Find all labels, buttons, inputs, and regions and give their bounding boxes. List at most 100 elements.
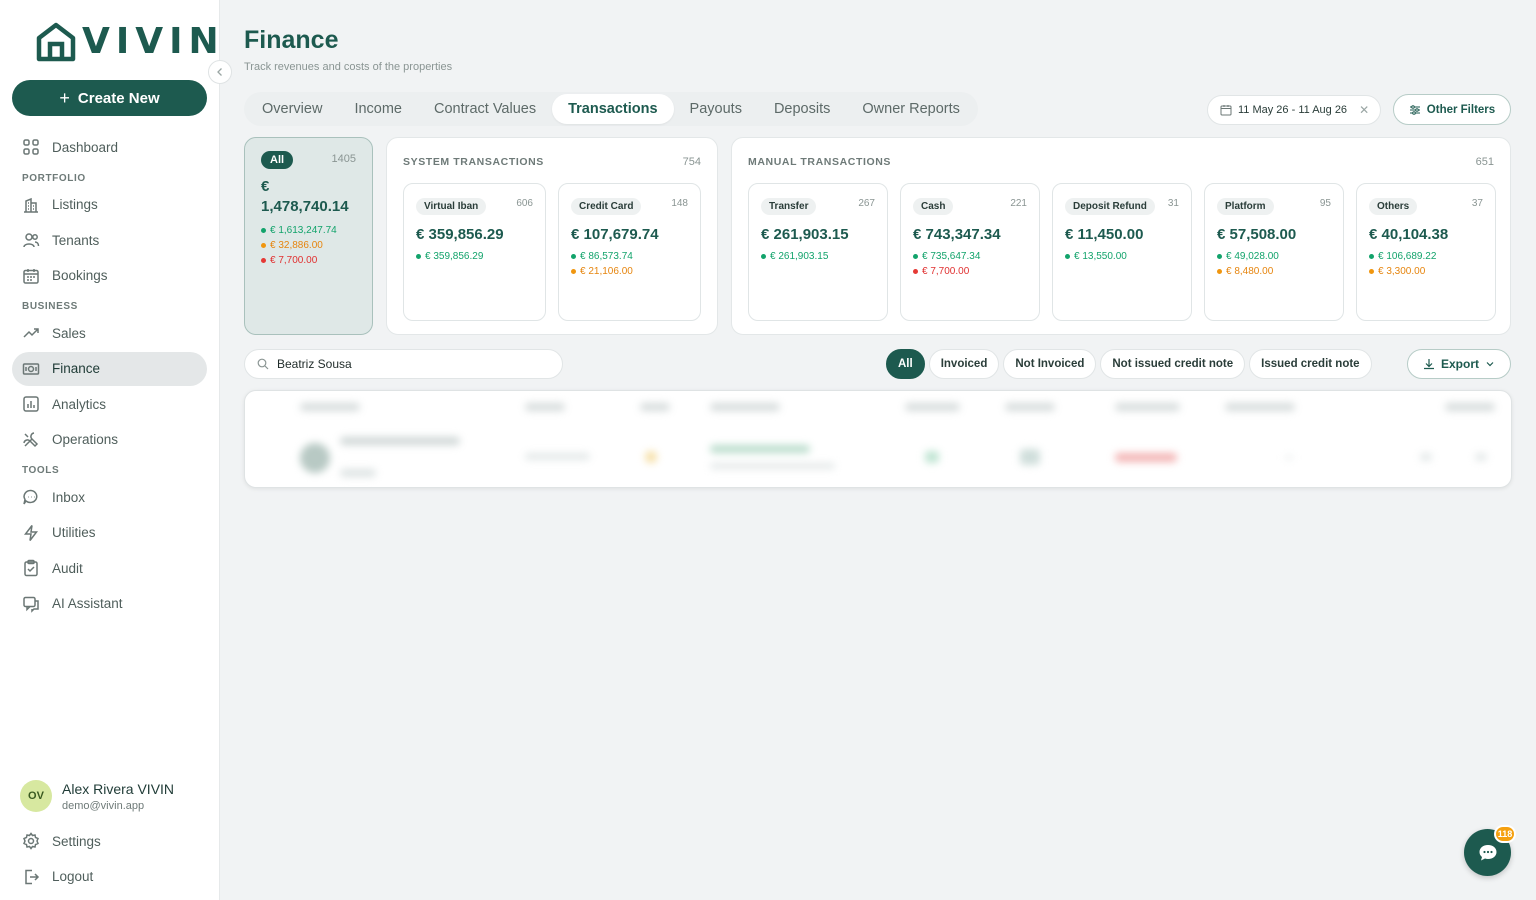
section-portfolio: PORTFOLIO [22, 172, 86, 184]
chip-all[interactable]: All [886, 349, 925, 379]
tab-payouts[interactable]: Payouts [674, 94, 758, 124]
all-red-value: € 7,700.00 [270, 255, 318, 266]
section-business: BUSINESS [22, 301, 78, 312]
card-count: 148 [671, 198, 688, 209]
sidebar-item-sales[interactable]: Sales [12, 316, 207, 350]
tab-transactions[interactable]: Transactions [552, 94, 674, 124]
create-new-label: Create New [77, 89, 160, 107]
vivin-logo[interactable]: VIVIN [36, 22, 225, 62]
table-row-status [645, 451, 657, 463]
avatar: OV [20, 780, 52, 812]
search-input[interactable]: Beatriz Sousa [244, 349, 563, 379]
chevron-left-icon [217, 68, 222, 76]
tab-income[interactable]: Income [338, 94, 418, 124]
sidebar-item-label: Analytics [52, 396, 107, 412]
card-green-line: € 735,647.34 [913, 251, 1027, 262]
card-red-value: € 7,700.00 [922, 266, 970, 277]
table-row-action [1475, 453, 1487, 461]
sidebar-item-listings[interactable]: Listings [12, 188, 207, 222]
sidebar-item-label: Operations [52, 432, 119, 447]
sidebar-item-audit[interactable]: Audit [12, 551, 207, 585]
table-row-tag [340, 469, 376, 477]
finance-tabs: Overview Income Contract Values Transact… [244, 92, 978, 126]
card-red-line: € 7,700.00 [913, 266, 1027, 277]
credit-card-card[interactable]: Credit Card 148 € 107,679.74 € 86,573.74… [558, 183, 701, 321]
table-row-indicator [925, 451, 939, 463]
deposit-refund-card[interactable]: Deposit Refund 31 € 11,450.00 € 13,550.0… [1052, 183, 1192, 321]
card-green-value: € 106,689.22 [1378, 251, 1437, 262]
table-row-badge [1020, 449, 1040, 465]
manual-transactions-title: MANUAL TRANSACTIONS [748, 156, 892, 168]
orange-dot-icon [1217, 269, 1222, 274]
card-amount: € 107,679.74 [571, 226, 659, 243]
export-label: Export [1440, 357, 1479, 371]
table-header [1225, 403, 1295, 411]
table-header [710, 403, 780, 411]
sidebar-item-bookings[interactable]: Bookings [12, 259, 207, 293]
sidebar-item-operations[interactable]: Operations [12, 423, 207, 457]
sidebar-item-settings[interactable]: Settings [12, 824, 207, 858]
sidebar-item-ai-assistant[interactable]: AI Assistant [12, 587, 207, 621]
tab-deposits[interactable]: Deposits [758, 94, 846, 124]
section-tools: TOOLS [22, 465, 60, 476]
manual-transactions-group: MANUAL TRANSACTIONS 651 Transfer 267 € 2… [731, 137, 1511, 335]
system-transactions-count: 754 [682, 156, 701, 168]
tab-overview[interactable]: Overview [246, 94, 338, 124]
page-title: Finance [244, 26, 339, 54]
user-profile[interactable]: OV Alex Rivera VIVIN demo@vivin.app [20, 780, 174, 812]
card-pill: Others [1369, 198, 1418, 215]
transfer-card[interactable]: Transfer 267 € 261,903.15 € 261,903.15 [748, 183, 888, 321]
transactions-table [244, 390, 1512, 488]
dashboard-icon [23, 139, 39, 155]
card-amount: € 743,347.34 [913, 226, 1001, 243]
platform-card[interactable]: Platform 95 € 57,508.00 € 49,028.00 € 8,… [1204, 183, 1344, 321]
green-dot-icon [571, 254, 576, 259]
chip-not-invoiced[interactable]: Not Invoiced [1003, 349, 1097, 379]
orange-dot-icon [1369, 269, 1374, 274]
green-dot-icon [416, 254, 421, 259]
date-range-filter[interactable]: 11 May 26 - 11 Aug 26 ✕ [1207, 95, 1381, 125]
sidebar-item-tenants[interactable]: Tenants [12, 223, 207, 257]
collapse-sidebar-button[interactable] [208, 60, 232, 84]
other-filters-button[interactable]: Other Filters [1393, 94, 1511, 125]
sidebar-item-label: Utilities [52, 525, 96, 540]
sidebar-item-logout[interactable]: Logout [12, 860, 207, 894]
chip-issued-credit-note[interactable]: Issued credit note [1249, 349, 1372, 379]
virtual-iban-card[interactable]: Virtual Iban 606 € 359,856.29 € 359,856.… [403, 183, 546, 321]
search-value: Beatriz Sousa [277, 357, 352, 371]
card-pill: Cash [913, 198, 954, 215]
all-green-line: € 1,613,247.74 [261, 225, 356, 236]
card-orange-value: € 8,480.00 [1226, 266, 1274, 277]
sidebar-item-label: Settings [52, 833, 101, 849]
calendar-icon [1220, 105, 1232, 116]
trend-icon [23, 328, 39, 338]
all-orange-value: € 32,886.00 [270, 240, 323, 251]
tab-contract-values[interactable]: Contract Values [418, 94, 552, 124]
clipboard-icon [24, 559, 38, 577]
card-green-line: € 13,550.00 [1065, 251, 1179, 262]
card-green-value: € 86,573.74 [580, 251, 633, 262]
green-dot-icon [761, 254, 766, 259]
card-pill: Platform [1217, 198, 1274, 215]
table-header [1005, 403, 1055, 411]
card-count: 37 [1471, 198, 1483, 209]
sidebar-item-label: Tenants [52, 232, 100, 248]
table-header [300, 403, 360, 411]
create-new-button[interactable]: + Create New [12, 80, 207, 116]
tab-owner-reports[interactable]: Owner Reports [846, 94, 976, 124]
export-button[interactable]: Export [1407, 349, 1511, 379]
green-dot-icon [913, 254, 918, 259]
sidebar-item-inbox[interactable]: Inbox [12, 480, 207, 514]
sidebar-item-analytics[interactable]: Analytics [12, 387, 207, 421]
chip-not-issued-credit-note[interactable]: Not issued credit note [1100, 349, 1246, 379]
others-card[interactable]: Others 37 € 40,104.38 € 106,689.22 € 3,3… [1356, 183, 1496, 321]
chip-invoiced[interactable]: Invoiced [928, 349, 1000, 379]
all-transactions-card[interactable]: All 1405 € 1,478,740.14 € 1,613,247.74 €… [244, 137, 373, 335]
cash-card[interactable]: Cash 221 € 743,347.34 € 735,647.34 € 7,7… [900, 183, 1040, 321]
clear-date-icon[interactable]: ✕ [1359, 103, 1369, 117]
sidebar-item-dashboard[interactable]: Dashboard [12, 130, 207, 164]
sidebar-item-finance[interactable]: Finance [12, 351, 207, 386]
sidebar-item-utilities[interactable]: Utilities [12, 516, 207, 550]
card-amount: € 57,508.00 [1217, 226, 1297, 243]
table-row-method-sub [710, 463, 835, 469]
